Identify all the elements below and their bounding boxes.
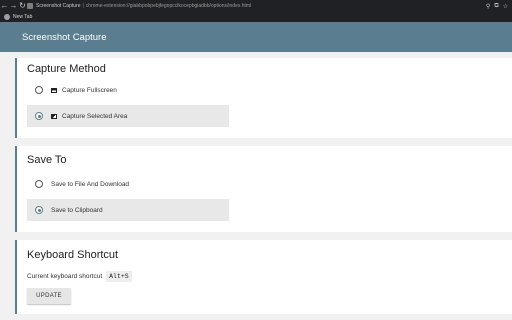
- reload-icon[interactable]: ↻: [18, 0, 27, 12]
- bookmark-star-icon[interactable]: ☆: [503, 3, 508, 10]
- shortcut-value: Alt+S: [106, 271, 132, 282]
- option-capture-selected-area[interactable]: Capture Selected Area: [27, 105, 229, 127]
- site-name: Screenshot Capture: [36, 3, 81, 9]
- address-separator: |: [82, 3, 84, 9]
- forward-icon[interactable]: →: [9, 0, 18, 12]
- toolbar-right-icons: ⚲ ⧉ ☆: [486, 0, 508, 12]
- radio-capture-selected-area[interactable]: [35, 112, 43, 120]
- app-header: Screenshot Capture: [0, 22, 512, 52]
- radio-save-to-file[interactable]: [35, 180, 43, 188]
- address-bar[interactable]: Screenshot Capture | chrome-extension://…: [27, 1, 477, 11]
- toolbar: ← → ↻ Screenshot Capture | chrome-extens…: [0, 0, 512, 12]
- back-icon[interactable]: ←: [0, 0, 9, 12]
- zoom-icon[interactable]: ⚲: [486, 3, 490, 10]
- save-to-heading: Save To: [27, 154, 67, 166]
- save-to-card: Save To Save to File And Download Save t…: [15, 146, 512, 232]
- bookmark-new-tab[interactable]: New Tab: [4, 14, 32, 20]
- update-button[interactable]: UPDATE: [27, 288, 71, 304]
- shortcut-label: Current keyboard shortcut: [27, 273, 103, 280]
- globe-icon: [4, 14, 10, 20]
- fullscreen-icon: [51, 87, 57, 93]
- option-label: Save to Clipboard: [51, 206, 103, 214]
- radio-save-to-clipboard[interactable]: [35, 206, 43, 214]
- option-label: Save to File And Download: [51, 180, 130, 188]
- selected-area-icon: [51, 113, 57, 119]
- url-text: chrome-extension://giabbpobpebjfegnpcclk…: [85, 3, 252, 9]
- bookmark-label: New Tab: [13, 14, 33, 20]
- page-title: Screenshot Capture: [22, 31, 107, 43]
- option-save-to-clipboard[interactable]: Save to Clipboard: [27, 199, 229, 221]
- extension-icon: [27, 3, 33, 9]
- option-label: Capture Selected Area: [62, 112, 128, 120]
- shortcut-line: Current keyboard shortcut Alt+S: [27, 271, 132, 282]
- capture-method-heading: Capture Method: [27, 63, 106, 75]
- keyboard-shortcut-heading: Keyboard Shortcut: [27, 249, 119, 261]
- radio-capture-fullscreen[interactable]: [35, 86, 43, 94]
- option-label: Capture Fullscreen: [62, 86, 117, 94]
- option-capture-fullscreen[interactable]: Capture Fullscreen: [27, 79, 229, 101]
- bookmarks-bar: New Tab: [0, 12, 512, 22]
- option-save-to-file[interactable]: Save to File And Download: [27, 173, 229, 195]
- capture-method-card: Capture Method Capture Fullscreen Captur…: [15, 58, 512, 138]
- share-icon[interactable]: ⧉: [494, 3, 498, 10]
- keyboard-shortcut-card: Keyboard Shortcut Current keyboard short…: [15, 240, 512, 314]
- browser-chrome: ← → ↻ Screenshot Capture | chrome-extens…: [0, 0, 512, 22]
